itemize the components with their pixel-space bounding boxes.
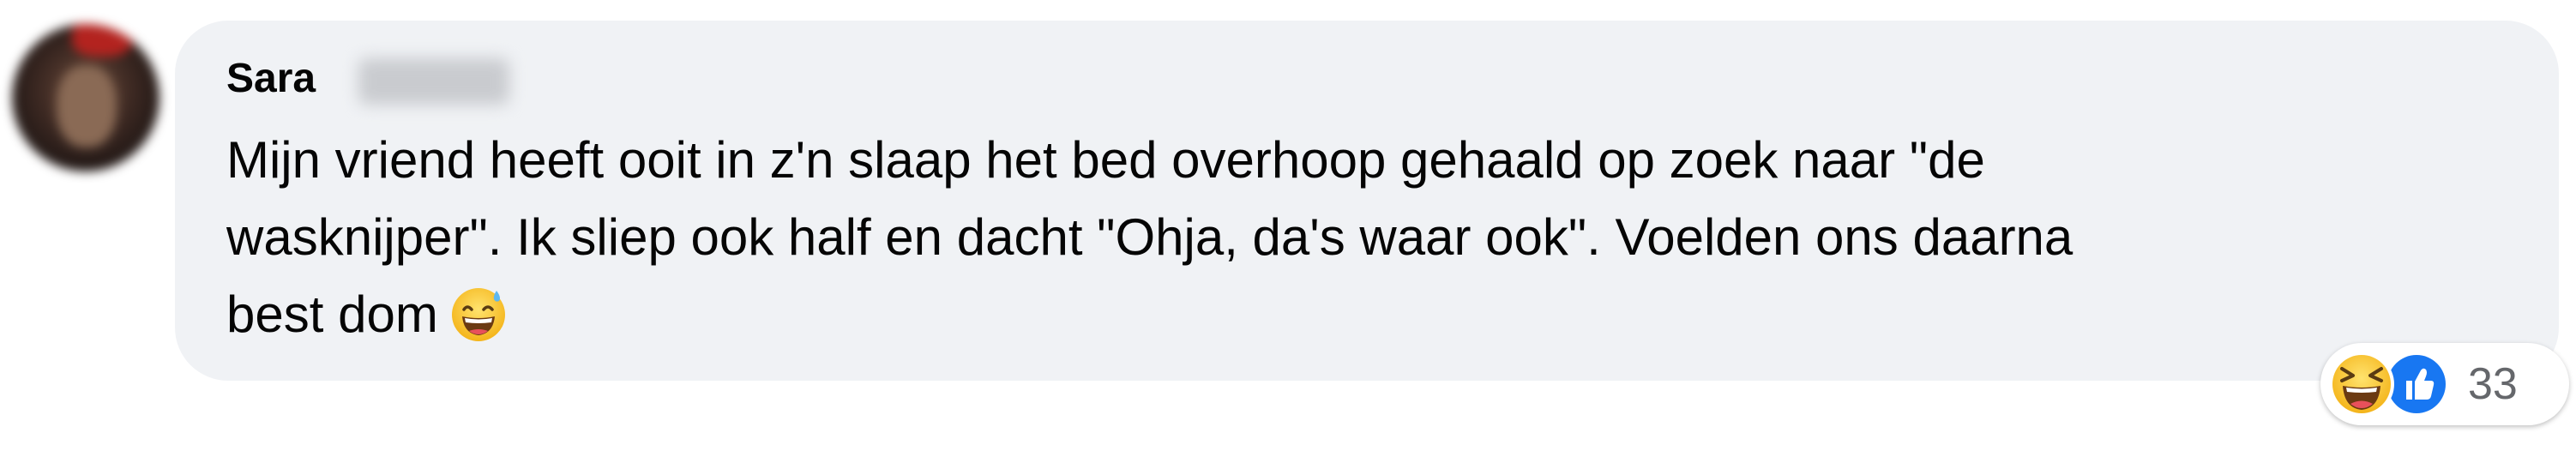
comment-line-1: Mijn vriend heeft ooit in z'n slaap het … (226, 131, 1985, 189)
comment-text: Mijn vriend heeft ooit in z'n slaap het … (226, 122, 2525, 353)
comment-line-2: wasknijper". Ik sliep ook half en dacht … (226, 208, 2073, 266)
reaction-count: 33 (2468, 359, 2518, 409)
comment-line-3-text: best dom (226, 286, 438, 343)
grinning-sweat-emoji-icon (448, 284, 509, 344)
comment-author-name[interactable]: Sara (226, 55, 316, 103)
avatar[interactable] (12, 24, 159, 171)
avatar-face (57, 65, 117, 147)
comment-line-3: best dom (226, 276, 2525, 353)
avatar-hat (72, 24, 132, 57)
author-surname-blurred (358, 58, 509, 105)
haha-reaction-icon (2327, 350, 2396, 418)
reactions-summary[interactable]: 33 (2320, 343, 2569, 425)
